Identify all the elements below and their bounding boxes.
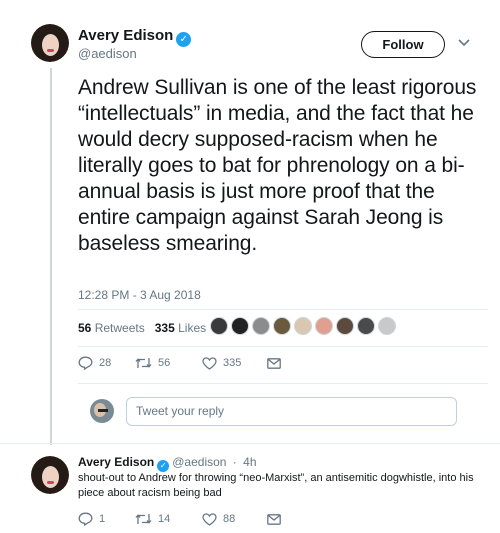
- chevron-down-icon[interactable]: [458, 36, 470, 50]
- verified-badge-icon: ✓: [176, 32, 192, 47]
- likes-stat[interactable]: 335 Likes: [155, 321, 206, 335]
- direct-message-icon: [267, 513, 281, 525]
- reply-icon: [78, 512, 93, 526]
- reply-count: 1: [99, 513, 106, 525]
- tweet-text: Andrew Sullivan is one of the least rigo…: [78, 76, 477, 255]
- direct-message-button[interactable]: [267, 357, 281, 369]
- like-button[interactable]: 88: [202, 512, 267, 526]
- like-icon: [202, 512, 217, 526]
- like-count: 88: [223, 513, 236, 525]
- retweet-button[interactable]: 56: [135, 357, 202, 369]
- reply-handle[interactable]: @aedison: [172, 455, 226, 469]
- reply-button[interactable]: 28: [78, 356, 135, 370]
- reply-input[interactable]: Tweet your reply: [126, 397, 457, 426]
- follow-button[interactable]: Follow: [361, 31, 445, 58]
- retweet-count: 14: [158, 513, 171, 525]
- reply-count: 28: [99, 357, 112, 369]
- reply-button[interactable]: 1: [78, 512, 135, 526]
- retweet-icon: [135, 514, 152, 524]
- direct-message-button[interactable]: [267, 513, 281, 525]
- reply-author[interactable]: Avery Edison ✓ @aedison · 4h: [78, 455, 257, 472]
- current-user-avatar: [90, 399, 114, 423]
- liker-avatar[interactable]: [315, 317, 333, 335]
- reply-text: shout-out to Andrew for throwing “neo-Ma…: [78, 472, 474, 499]
- reply-actions: 1 14 88: [78, 512, 281, 526]
- divider: [78, 346, 488, 347]
- divider: [78, 309, 488, 310]
- liker-avatar[interactable]: [294, 317, 312, 335]
- engagement-stats: 56 Retweets 335 Likes: [78, 321, 206, 335]
- tweet-actions: 28 56 335: [78, 356, 281, 370]
- liker-avatar[interactable]: [273, 317, 291, 335]
- thread-connector: [50, 68, 52, 445]
- retweet-count: 56: [158, 357, 171, 369]
- liker-avatar[interactable]: [252, 317, 270, 335]
- author-handle[interactable]: @aedison: [78, 46, 137, 61]
- like-count: 335: [223, 357, 242, 369]
- reply-icon: [78, 356, 93, 370]
- divider: [78, 383, 488, 384]
- avatar[interactable]: [31, 24, 69, 62]
- liker-avatar[interactable]: [378, 317, 396, 335]
- liker-avatar[interactable]: [336, 317, 354, 335]
- liker-avatar[interactable]: [210, 317, 228, 335]
- liker-avatars: [210, 317, 396, 335]
- like-button[interactable]: 335: [202, 356, 267, 370]
- reply-time[interactable]: 4h: [243, 455, 256, 469]
- retweet-button[interactable]: 14: [135, 513, 202, 525]
- direct-message-icon: [267, 357, 281, 369]
- retweet-icon: [135, 358, 152, 368]
- reply-avatar[interactable]: [31, 456, 69, 494]
- retweets-stat[interactable]: 56 Retweets: [78, 321, 145, 335]
- like-icon: [202, 356, 217, 370]
- tweet-timestamp[interactable]: 12:28 PM - 3 Aug 2018: [78, 288, 201, 302]
- liker-avatar[interactable]: [231, 317, 249, 335]
- liker-avatar[interactable]: [357, 317, 375, 335]
- author-name[interactable]: Avery Edison ✓: [78, 27, 192, 47]
- divider: [0, 443, 500, 444]
